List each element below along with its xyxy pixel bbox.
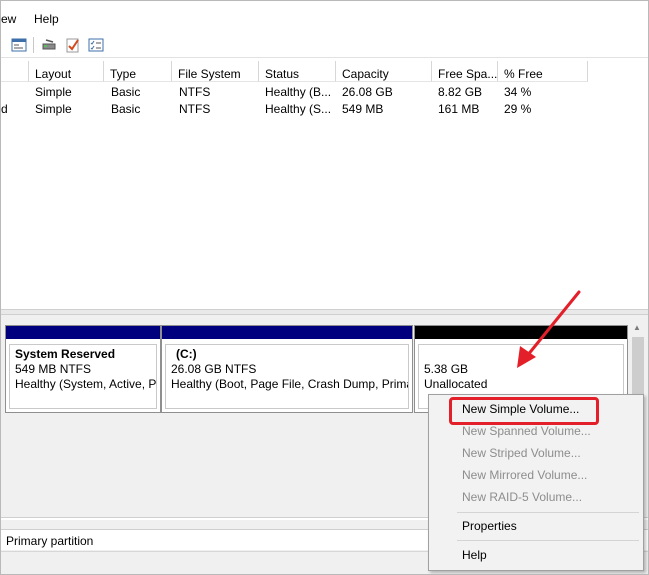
column-header-free-space[interactable]: Free Spa... [432,61,498,82]
column-header-status[interactable]: Status [259,61,336,82]
cell-status: Healthy (S... [265,102,332,116]
cell-capacity: 549 MB [342,102,384,116]
volume-list: Layout Type File System Status Capacity … [1,61,648,309]
column-label: Type [110,67,137,81]
column-label: Layout [35,67,72,81]
unallocated-size: 5.38 GB [424,362,469,376]
menu-item-new-raid5-volume: New RAID-5 Volume... [429,486,643,508]
menu-separator [457,540,639,541]
check-icon[interactable] [65,37,81,53]
menu-item-label: New Striped Volume... [462,446,581,460]
cell-status: Healthy (B... [265,85,332,99]
primary-partition-bar [6,326,160,339]
menu-view[interactable]: ew [1,12,16,26]
partition-title: System Reserved [15,347,116,361]
column-header-file-system[interactable]: File System [172,61,259,82]
table-row[interactable]: d Simple Basic NTFS Healthy (S... 549 MB… [1,100,648,117]
scroll-up-icon[interactable]: ▲ [633,323,641,332]
highlight-box [449,397,599,425]
partition-body: (C:) 26.08 GB NTFS Healthy (Boot, Page F… [165,344,409,409]
menu-separator [457,512,639,513]
partition-c-drive[interactable]: (C:) 26.08 GB NTFS Healthy (Boot, Page F… [161,325,413,413]
rescan-icon[interactable] [41,37,57,53]
unallocated-label: Unallocated [424,377,488,391]
cell-volume: d [1,102,8,116]
menu-item-label: New RAID-5 Volume... [462,490,583,504]
cell-file-system: NTFS [179,85,211,99]
menu-item-help[interactable]: Help [429,544,643,566]
column-header-capacity[interactable]: Capacity [336,61,432,82]
toolbar-divider [33,37,34,53]
partition-status: Healthy (System, Active, Pr [15,377,157,391]
partition-status: Healthy (Boot, Page File, Crash Dump, Pr… [171,377,409,391]
column-label: % Free [504,67,543,81]
table-row[interactable]: Simple Basic NTFS Healthy (B... 26.08 GB… [1,83,648,100]
cell-capacity: 26.08 GB [342,85,393,99]
menu-item-properties[interactable]: Properties [429,515,643,537]
partition-size: 26.08 GB NTFS [171,362,257,376]
cell-file-system: NTFS [179,102,211,116]
disk-management-window: ew Help Layout Type File System Status C… [0,0,649,575]
column-label: Free Spa... [438,67,498,81]
legend-primary-partition: Primary partition [6,534,94,548]
column-header-volume[interactable] [1,61,29,82]
menu-bar: ew Help [1,1,648,33]
menu-item-label: New Spanned Volume... [462,424,591,438]
partition-system-reserved[interactable]: System Reserved 549 MB NTFS Healthy (Sys… [5,325,161,413]
menu-item-new-striped-volume: New Striped Volume... [429,442,643,464]
cell-layout: Simple [35,102,72,116]
cell-free-space: 161 MB [438,102,480,116]
list-icon[interactable] [88,37,104,53]
cell-percent-free: 34 % [504,85,532,99]
cell-percent-free: 29 % [504,102,532,116]
primary-partition-bar [162,326,412,339]
cell-type: Basic [111,85,141,99]
toolbar [1,33,648,58]
column-header-type[interactable]: Type [104,61,172,82]
column-header-percent-free[interactable]: % Free [498,61,588,82]
column-label: File System [178,67,241,81]
partition-body: System Reserved 549 MB NTFS Healthy (Sys… [9,344,157,409]
column-label: Status [265,67,300,81]
cell-free-space: 8.82 GB [438,85,483,99]
properties-icon[interactable] [11,37,27,53]
cell-type: Basic [111,102,141,116]
menu-item-label: Properties [462,519,517,533]
menu-help[interactable]: Help [34,12,59,26]
column-header-layout[interactable]: Layout [29,61,104,82]
menu-item-label: Help [462,548,487,562]
menu-item-label: New Mirrored Volume... [462,468,588,482]
unallocated-bar [415,326,627,339]
menu-item-new-mirrored-volume: New Mirrored Volume... [429,464,643,486]
partition-title: (C:) [176,347,197,361]
cell-layout: Simple [35,85,72,99]
partition-size: 549 MB NTFS [15,362,92,376]
column-label: Capacity [342,67,389,81]
